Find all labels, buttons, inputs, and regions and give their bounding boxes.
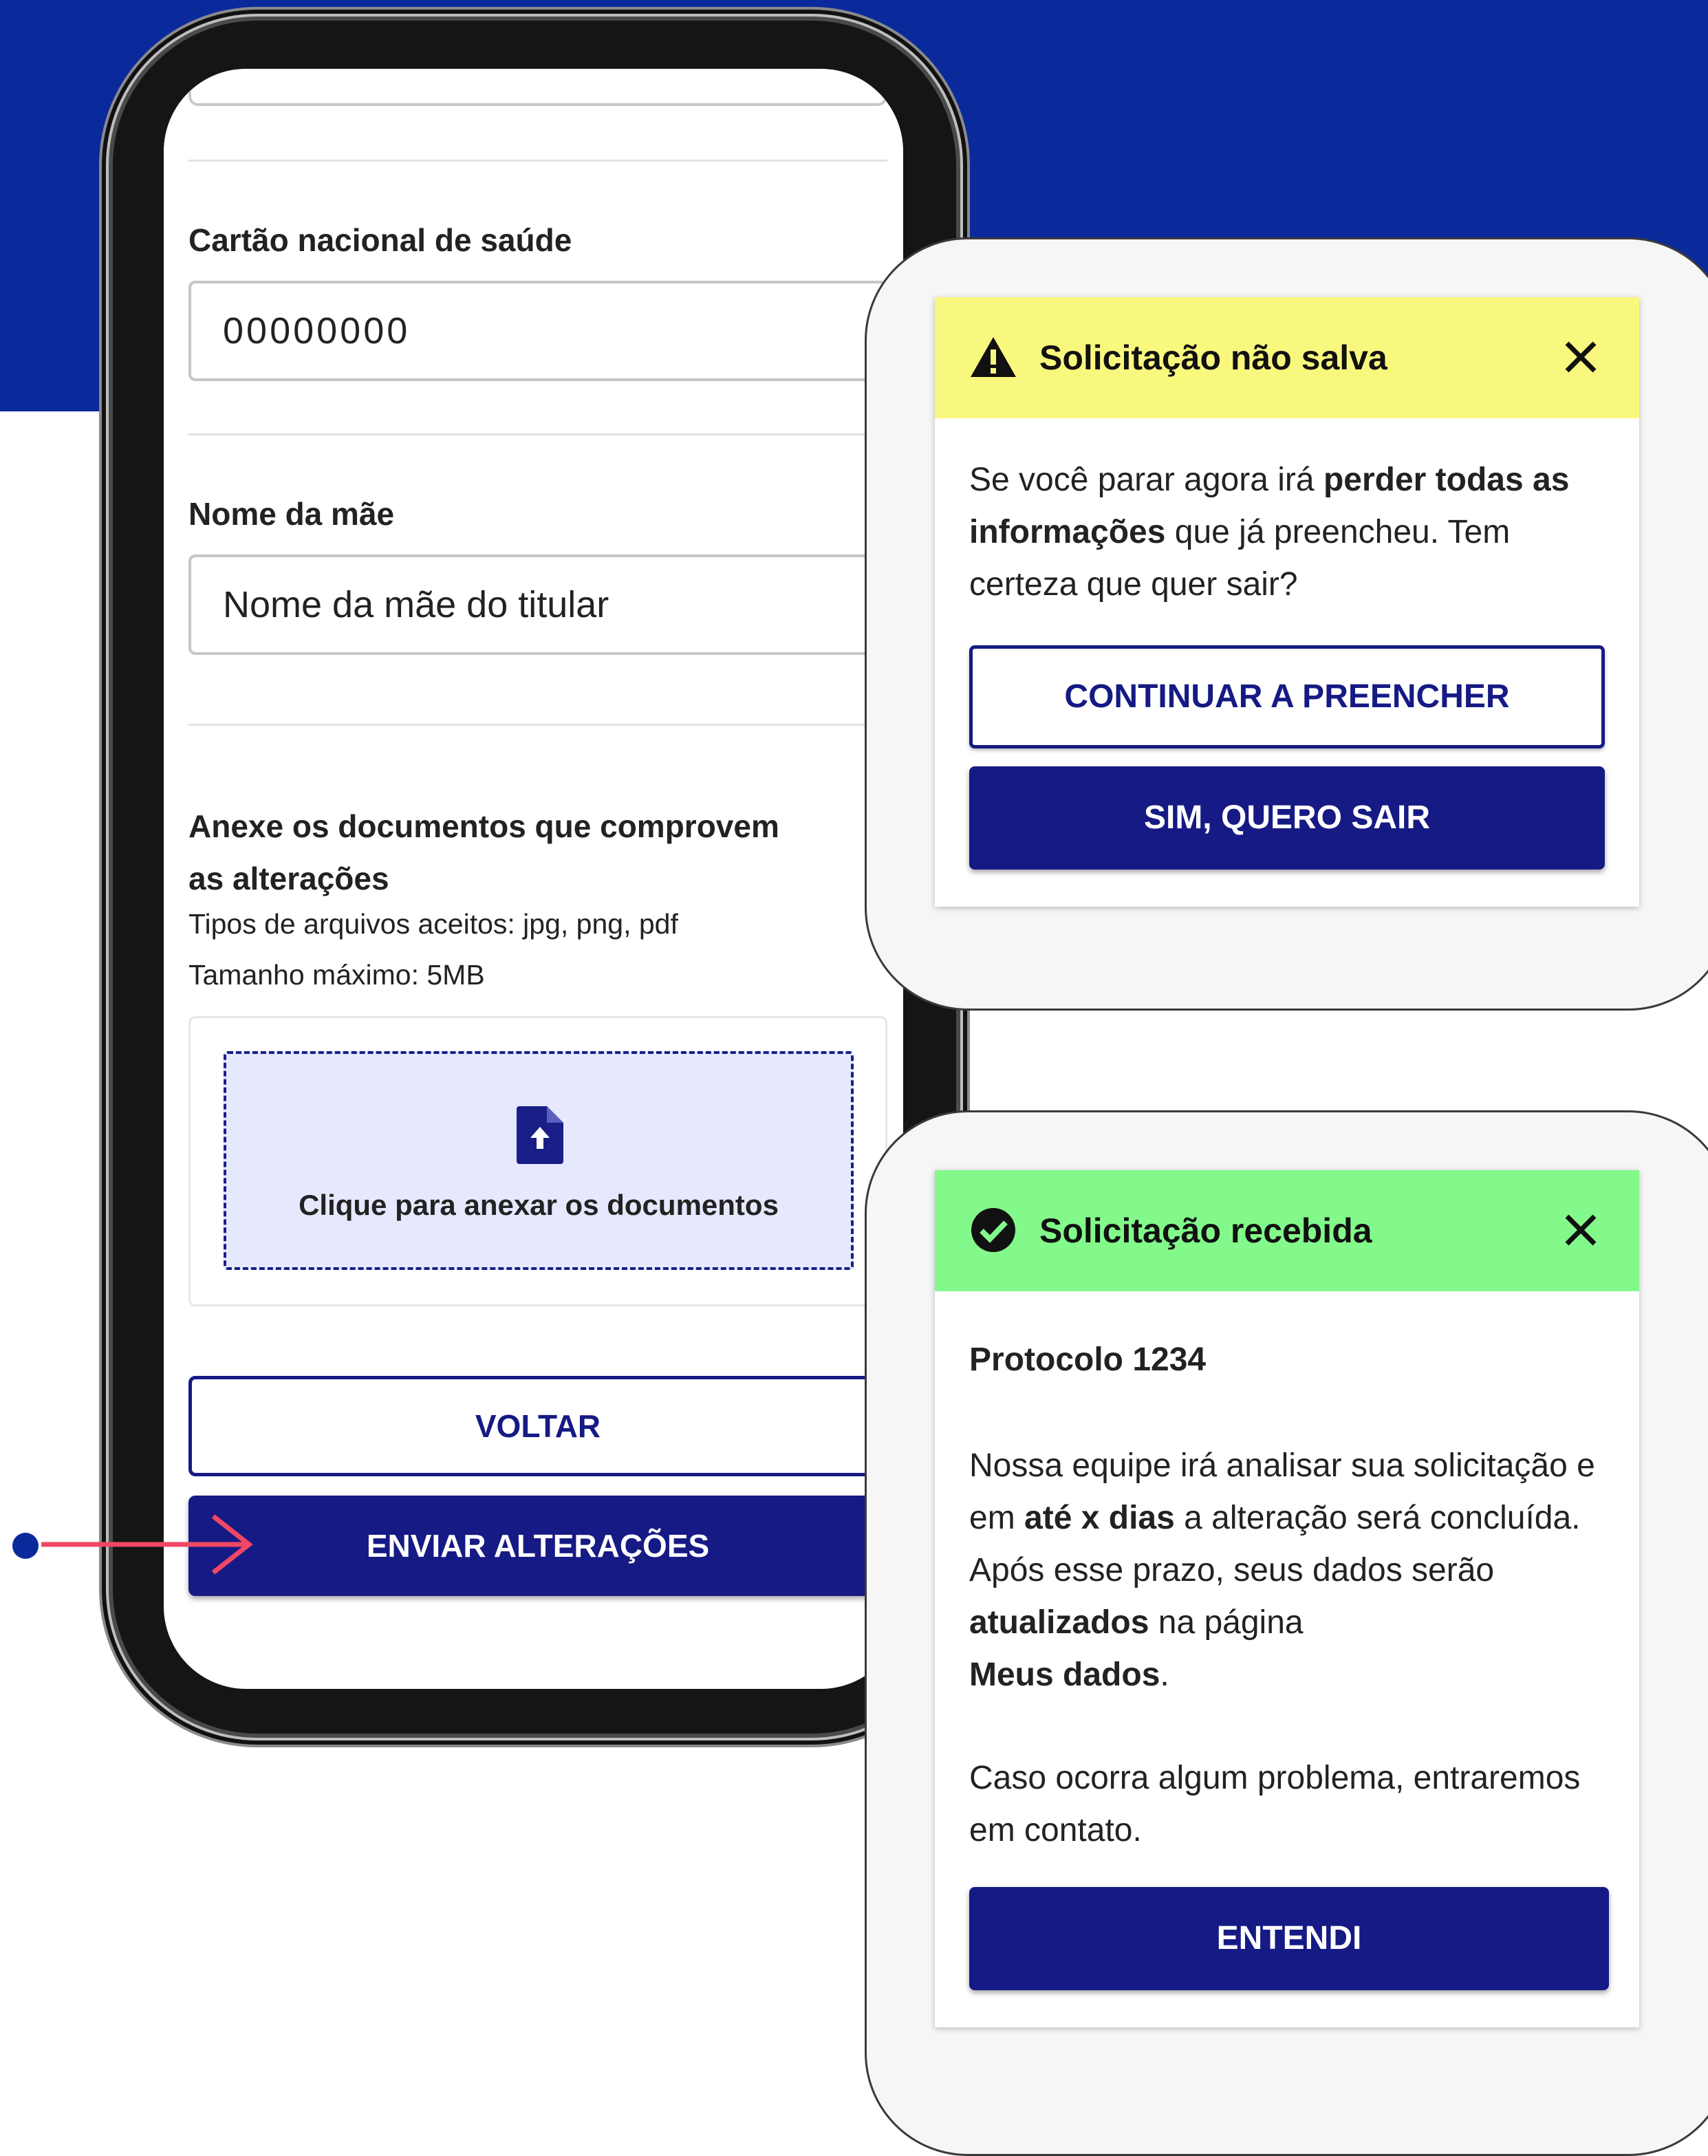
warning-icon (971, 337, 1016, 377)
message-emphasis: Meus dados (969, 1657, 1160, 1693)
message-emphasis: atualizados (969, 1604, 1149, 1641)
dialog-message: Nossa equipe irá analisar sua solicitaçã… (969, 1440, 1609, 1701)
check-circle-icon (971, 1208, 1015, 1252)
upload-text: Clique para anexar os documentos (299, 1189, 779, 1221)
dialog-header: Solicitação não salva (935, 297, 1639, 418)
dialog-title: Solicitação recebida (1039, 1211, 1372, 1250)
phone-screen: Cartão nacional de saúde 00000000 Nome d… (164, 69, 903, 1689)
pointer-arrow-icon (41, 1514, 253, 1575)
file-types-text: Tipos de arquivos aceitos: jpg, png, pdf (188, 908, 678, 940)
unsaved-dialog-card: Solicitação não salva Se você parar agor… (865, 237, 1708, 1011)
message-text: . (1160, 1657, 1169, 1693)
card-number-label: Cartão nacional de saúde (188, 222, 572, 258)
protocol-number: Protocolo 1234 (969, 1341, 1207, 1378)
upload-dropzone[interactable]: Clique para anexar os documentos (224, 1051, 854, 1270)
received-dialog: Solicitação recebida Protocolo 1234 Noss… (935, 1170, 1639, 2027)
divider (188, 433, 887, 435)
max-size-text: Tamanho máximo: 5MB (188, 959, 485, 991)
received-dialog-card: Solicitação recebida Protocolo 1234 Noss… (865, 1110, 1708, 2156)
attach-title: Anexe os documentos que comprovem as alt… (188, 808, 779, 896)
mother-name-input[interactable]: Nome da mãe do titular (188, 554, 887, 655)
dialog-header: Solicitação recebida (935, 1170, 1639, 1291)
back-button[interactable]: VOLTAR (188, 1376, 887, 1476)
dialog-title: Solicitação não salva (1039, 338, 1387, 377)
unsaved-dialog: Solicitação não salva Se você parar agor… (935, 297, 1639, 907)
dialog-message: Se você parar agora irá perder todas as … (969, 454, 1609, 611)
confirm-exit-button[interactable]: SIM, QUERO SAIR (969, 766, 1605, 870)
message-text: na página (1149, 1604, 1304, 1641)
message-text: Se você parar agora irá (969, 462, 1323, 498)
understood-button[interactable]: ENTENDI (969, 1887, 1609, 1990)
divider (188, 160, 887, 162)
continue-filling-button[interactable]: CONTINUAR A PREENCHER (969, 645, 1605, 748)
message-emphasis: até x dias (1024, 1500, 1175, 1536)
card-number-input[interactable]: 00000000 (188, 281, 887, 381)
previous-field[interactable] (188, 69, 887, 106)
close-icon[interactable] (1564, 340, 1598, 374)
close-icon[interactable] (1564, 1213, 1598, 1247)
file-upload-icon (517, 1106, 563, 1164)
upload-container: Clique para anexar os documentos (188, 1016, 887, 1306)
mother-name-label: Nome da mãe (188, 496, 395, 532)
pointer-dot (12, 1533, 39, 1559)
contact-message: Caso ocorra algum problema, entraremos e… (969, 1760, 1581, 1848)
phone-frame: Cartão nacional de saúde 00000000 Nome d… (113, 21, 956, 1734)
submit-changes-button[interactable]: ENVIAR ALTERAÇÕES (188, 1496, 887, 1596)
divider (188, 724, 887, 726)
